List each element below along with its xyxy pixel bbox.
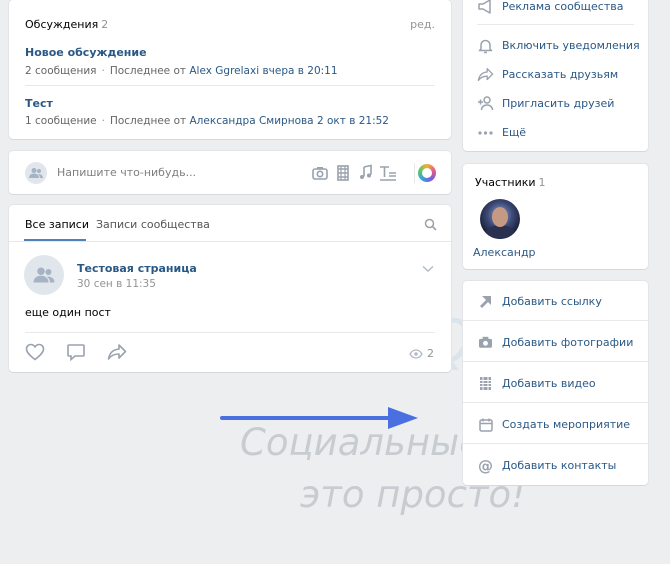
divider (463, 320, 648, 321)
post-author-avatar[interactable] (24, 255, 64, 295)
search-icon[interactable] (424, 218, 437, 231)
tab-all-posts[interactable]: Все записи (25, 218, 89, 231)
views-count: 2 (427, 347, 434, 360)
notifications-label: Включить уведомления (502, 39, 640, 52)
discussions-count: 2 (101, 18, 109, 31)
topic-last-time[interactable]: вчера в 20:11 (262, 65, 337, 77)
calendar-icon (477, 416, 494, 433)
topic-title[interactable]: Тест (25, 97, 53, 110)
composer-input[interactable]: Напишите что-нибудь... (57, 166, 196, 179)
member-avatar[interactable] (480, 199, 520, 239)
ads-item[interactable]: Реклама сообщества (477, 0, 623, 15)
camera-icon[interactable] (311, 164, 329, 182)
topic-meta: 2 сообщения · Последнее от Alex Ggrelaxi в… (25, 65, 338, 77)
users-icon (33, 267, 55, 283)
member-name[interactable]: Александр (473, 246, 536, 259)
community-actions: Реклама сообщества Включить уведомления … (463, 0, 648, 151)
discussions-edit-link[interactable]: ред. (410, 18, 435, 31)
add-contacts-label: Добавить контакты (502, 459, 617, 472)
divider (463, 443, 648, 444)
topic-last-label: Последнее от (109, 115, 187, 127)
discussions-title: Обсуждения (25, 18, 99, 31)
members-header[interactable]: Участники 1 (475, 176, 546, 189)
divider (463, 361, 648, 362)
article-icon[interactable] (379, 164, 397, 182)
more-icon (477, 124, 494, 141)
share-icon (477, 66, 494, 83)
tab-underline (24, 239, 86, 241)
like-icon[interactable] (25, 343, 45, 361)
ads-label: Реклама сообщества (502, 0, 624, 13)
notifications-item[interactable]: Включить уведомления (477, 37, 640, 54)
more-label: Ещё (502, 126, 527, 139)
topic-meta: 1 сообщение · Последнее от Александра Смир… (25, 115, 389, 127)
at-sign-icon: @ (478, 456, 493, 475)
create-event-item[interactable]: Создать мероприятие (477, 416, 630, 433)
music-icon[interactable] (357, 164, 375, 182)
topic-last-author[interactable]: Alex Ggrelaxi (189, 65, 259, 77)
annotation-arrow-icon (220, 403, 420, 433)
link-arrow-icon (477, 293, 494, 310)
add-photos-item[interactable]: Добавить фотографии (477, 334, 633, 351)
topic-last-time[interactable]: 2 окт в 21:52 (317, 115, 389, 127)
more-item[interactable]: Ещё (477, 124, 526, 141)
tab-community-posts[interactable]: Записи сообщества (96, 218, 210, 231)
users-icon (29, 168, 43, 178)
add-video-item[interactable]: Добавить видео (477, 375, 596, 392)
add-content-block: Добавить ссылку Добавить фотографии Доба… (463, 281, 648, 485)
add-video-label: Добавить видео (502, 377, 596, 390)
video-icon (477, 375, 494, 392)
topic-last-label: Последнее от (109, 65, 187, 77)
share-icon[interactable] (107, 343, 127, 361)
eye-icon (409, 348, 423, 359)
create-event-label: Создать мероприятие (502, 418, 631, 431)
views-counter: 2 (409, 347, 434, 360)
divider (25, 85, 435, 86)
video-icon[interactable] (334, 164, 352, 182)
topic-last-author[interactable]: Александра Смирнова (190, 115, 314, 127)
bell-icon (477, 37, 494, 54)
camera-icon (477, 334, 494, 351)
wall-tabs: Все записи Записи сообщества (9, 205, 451, 242)
comment-icon[interactable] (66, 343, 86, 361)
post-author-name[interactable]: Тестовая страница (77, 262, 197, 275)
tell-friends-label: Рассказать друзьям (502, 68, 619, 81)
discussions-block: Обсуждения 2 ред. Новое обсуждение 2 сооб… (9, 0, 451, 139)
divider (414, 163, 415, 183)
topic-messages: 2 сообщения (25, 65, 97, 77)
poster-icon[interactable] (418, 164, 436, 182)
topic-messages: 1 сообщение (25, 115, 97, 127)
composer-avatar (25, 162, 47, 184)
chevron-down-icon[interactable] (422, 265, 434, 273)
topic-title[interactable]: Новое обсуждение (25, 46, 147, 59)
invite-friends-label: Пригласить друзей (502, 97, 615, 110)
add-link-item[interactable]: Добавить ссылку (477, 293, 602, 310)
add-link-label: Добавить ссылку (502, 295, 602, 308)
members-count: 1 (538, 176, 546, 189)
members-block: Участники 1 Александр (463, 164, 648, 269)
discussions-header[interactable]: Обсуждения 2 (25, 18, 108, 31)
invite-friends-item[interactable]: Пригласить друзей (477, 95, 614, 112)
divider (477, 24, 634, 25)
post-date[interactable]: 30 сен в 11:35 (77, 278, 156, 290)
add-photos-label: Добавить фотографии (502, 336, 634, 349)
add-contacts-item[interactable]: @ Добавить контакты (477, 456, 617, 475)
divider (25, 332, 435, 333)
post-composer: Напишите что-нибудь... (9, 151, 451, 194)
members-title: Участники (475, 176, 536, 189)
add-user-icon (477, 95, 494, 112)
wall: Все записи Записи сообщества Тестовая ст… (9, 205, 451, 372)
post-text: еще один пост (25, 306, 111, 319)
tell-friends-item[interactable]: Рассказать друзьям (477, 66, 618, 83)
divider (463, 402, 648, 403)
megaphone-icon (477, 0, 494, 15)
